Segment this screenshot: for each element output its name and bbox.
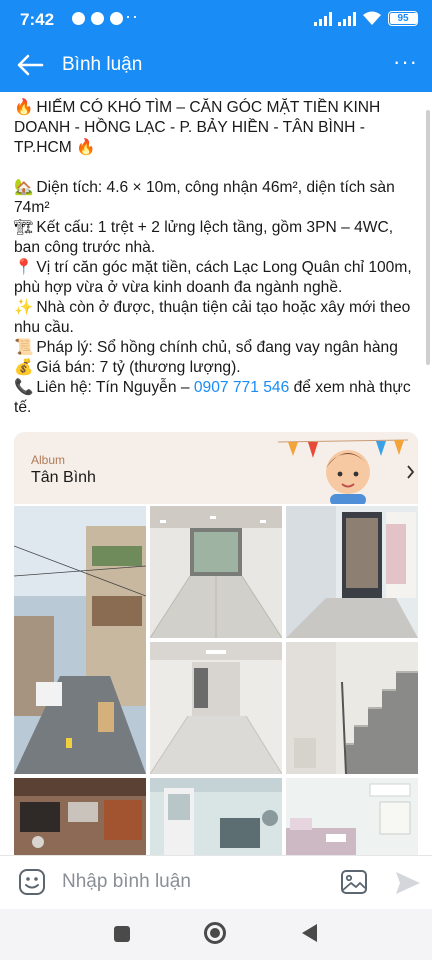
post-line-condition: ✨ Nhà còn ở được, thuận tiện cải tạo hoặ… (14, 299, 411, 336)
more-options-icon[interactable]: ··· (393, 48, 418, 76)
post-headline: 🔥 HIẾM CÓ KHÓ TÌM – CĂN GÓC MẶT TIỀN KIN… (14, 98, 416, 158)
page-title: Bình luận (62, 54, 143, 75)
signal-icon (314, 11, 332, 26)
construction-icon: 🏗 (14, 219, 34, 236)
recents-icon[interactable] (114, 926, 130, 942)
album-illustration (277, 439, 415, 504)
image-icon[interactable] (340, 869, 368, 895)
status-bar: 7:42 ··· 95 (0, 0, 432, 38)
send-icon[interactable] (394, 869, 422, 897)
photo-room-cabinet[interactable] (150, 778, 282, 855)
battery-icon: 95 (388, 11, 418, 26)
pin-icon: 📍 (14, 259, 34, 276)
status-notification-icons (72, 12, 123, 25)
comment-input[interactable] (62, 864, 322, 900)
wifi-icon (363, 11, 381, 25)
album-name: Tân Bình (31, 469, 96, 486)
phone-icon: 📞 (14, 379, 34, 396)
home-icon[interactable] (204, 922, 226, 944)
post-line-price: 💰 Giá bán: 7 tỷ (thương lượng). (14, 359, 241, 376)
status-time: 7:42 (20, 10, 55, 29)
back-arrow-icon[interactable] (16, 52, 44, 78)
scrollbar[interactable] (426, 110, 430, 365)
photo-street-exterior[interactable] (14, 506, 146, 774)
phone-link[interactable]: 0907 771 546 (194, 379, 289, 396)
album-card[interactable]: Album Tân Bình (14, 432, 418, 504)
photo-grid (14, 506, 418, 855)
photo-staircase[interactable] (286, 642, 418, 774)
photo-kitchen[interactable] (14, 778, 146, 855)
post-line-area: 🏡 Diện tích: 4.6 × 10m, công nhận 46m², … (14, 179, 395, 216)
comment-composer (0, 855, 432, 909)
post-line-contact: 📞 Liên hệ: Tín Nguyễn – 0907 771 546 để … (14, 379, 411, 416)
sparkles-icon: ✨ (14, 299, 34, 316)
post-line-structure: 🏗 Kết cấu: 1 trệt + 2 lửng lệch tầng, gồ… (14, 219, 394, 256)
photo-bedroom[interactable] (286, 778, 418, 855)
post-text: 🔥 HIẾM CÓ KHÓ TÌM – CĂN GÓC MẶT TIỀN KIN… (0, 92, 432, 418)
fire-icon: 🔥 (14, 99, 34, 116)
system-nav-bar (0, 909, 432, 960)
app-header: Bình luận ··· (0, 38, 432, 92)
house-icon: 🏡 (14, 179, 34, 196)
album-label: Album (31, 453, 66, 467)
signal-icon (338, 11, 356, 26)
photo-ground-floor-front[interactable] (150, 506, 282, 638)
emoji-icon[interactable] (18, 868, 46, 896)
battery-level: 95 (397, 13, 409, 24)
facebook-icon (91, 12, 104, 25)
status-system-icons: 95 (314, 11, 418, 26)
post-line-legal: 📜 Pháp lý: Sổ hồng chính chủ, sổ đang va… (14, 339, 398, 356)
photo-ground-floor-rear[interactable] (150, 642, 282, 774)
photo-room-wardrobe[interactable] (286, 506, 418, 638)
headline-text: HIẾM CÓ KHÓ TÌM – CĂN GÓC MẶT TIỀN KINH … (14, 99, 381, 156)
post-line-location: 📍 Vị trí căn góc mặt tiền, cách Lạc Long… (14, 259, 412, 296)
money-bag-icon: 💰 (14, 359, 34, 376)
chat-app-icon (72, 12, 85, 25)
more-notifications-icon: ··· (118, 6, 139, 26)
back-triangle-icon[interactable] (302, 924, 317, 942)
scroll-icon: 📜 (14, 339, 34, 356)
fire-icon: 🔥 (76, 139, 96, 156)
